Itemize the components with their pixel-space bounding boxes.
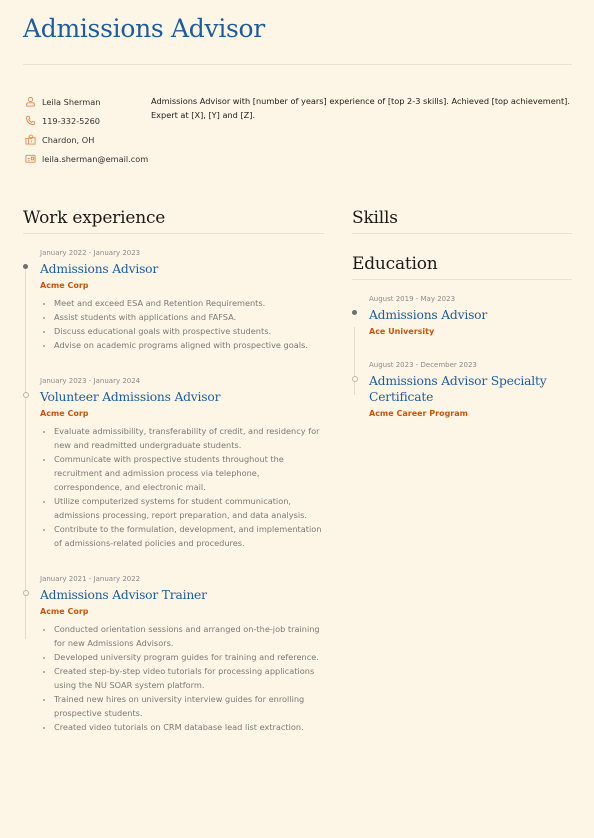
contact-email-text[interactable]: leila.sherman@email.com — [42, 154, 148, 164]
contact-email: leila.sherman@email.com — [24, 149, 148, 168]
bullet-item: Assist students with applications and FA… — [54, 310, 324, 324]
entry-date: January 2022 - January 2023 — [40, 249, 141, 257]
bullet-item: Conducted orientation sessions and arran… — [54, 622, 324, 650]
entry-degree: Admissions Advisor Specialty Certificate — [369, 374, 547, 404]
contact-phone: 119-332-5260 — [24, 111, 148, 130]
bullet-item: Communicate with prospective students th… — [54, 452, 324, 494]
entry-role: Admissions Advisor — [40, 262, 159, 276]
bullet-item: Evaluate admissibility, transferability … — [54, 424, 324, 452]
bullet-item: Contribute to the formulation, developme… — [54, 522, 324, 550]
entry-role: Volunteer Admissions Advisor — [40, 390, 221, 404]
work-entry: January 2022 - January 2023 Admissions A… — [23, 248, 324, 352]
work-entry: January 2021 - January 2022 Admissions A… — [22, 574, 324, 734]
bullet-item: Meet and exceed ESA and Retention Requir… — [54, 296, 324, 310]
entry-date: August 2023 - December 2023 — [369, 361, 477, 369]
contact-phone-text: 119-332-5260 — [42, 115, 101, 126]
work-experience-section: Work experience January 2022 - January 2… — [22, 208, 324, 734]
bullet-item: Trained new hires on university intervie… — [54, 692, 324, 720]
education-timeline: August 2019 - May 2023 Admissions Adviso… — [351, 294, 572, 418]
contact-location-text: Chardon, OH — [42, 134, 95, 145]
education-heading: Education — [352, 254, 438, 274]
skills-heading: Skills — [352, 208, 398, 228]
header-divider — [23, 64, 572, 65]
education-entry: August 2019 - May 2023 Admissions Adviso… — [352, 294, 572, 336]
education-entry: August 2023 - December 2023 Admissions A… — [351, 360, 572, 418]
bullet-item: Advise on academic programs aligned with… — [54, 338, 324, 352]
contact-location: Chardon, OH — [24, 130, 148, 149]
bullet-item: Discuss educational goals with prospecti… — [54, 324, 324, 338]
timeline-dot-filled — [352, 310, 357, 315]
timeline-dot-hollow — [351, 376, 358, 382]
entry-institution: Ace University — [369, 327, 435, 336]
work-experience-heading: Work experience — [23, 208, 166, 228]
skills-section: Skills — [352, 208, 572, 234]
work-entry: January 2023 - January 2024 Volunteer Ad… — [22, 376, 324, 550]
phone-icon — [24, 115, 36, 127]
bullet-item: Developed university program guides for … — [54, 650, 324, 664]
entry-bullets: Evaluate admissibility, transferability … — [40, 424, 324, 550]
timeline-dot-hollow — [22, 590, 29, 596]
section-divider — [23, 233, 324, 234]
right-column: Skills Education August 2019 - May 2023 … — [351, 208, 572, 418]
entry-bullets: Meet and exceed ESA and Retention Requir… — [40, 296, 324, 352]
entry-institution: Acme Career Program — [369, 409, 468, 418]
bullet-item: Utilize computerized systems for student… — [54, 494, 324, 522]
email-icon — [24, 153, 36, 165]
location-icon — [24, 134, 36, 146]
timeline-dot-filled — [23, 264, 28, 269]
bullet-item: Created step-by-step video tutorials for… — [54, 664, 324, 692]
entry-date: January 2021 - January 2022 — [40, 575, 141, 583]
entry-role: Admissions Advisor Trainer — [40, 588, 207, 602]
timeline-dot-hollow — [22, 392, 29, 398]
profile-summary: Admissions Advisor with [number of years… — [151, 96, 570, 120]
bullet-item: Created video tutorials on CRM database … — [54, 720, 324, 734]
person-icon — [24, 96, 36, 108]
education-section: Education August 2019 - May 2023 Admissi… — [351, 254, 572, 418]
section-divider — [352, 233, 572, 234]
entry-company: Acme Corp — [40, 281, 89, 290]
entry-date: August 2019 - May 2023 — [369, 295, 456, 303]
entry-degree: Admissions Advisor — [369, 308, 488, 322]
contact-name: Leila Sherman — [24, 92, 148, 111]
entry-bullets: Conducted orientation sessions and arran… — [40, 622, 324, 734]
work-timeline: January 2022 - January 2023 Admissions A… — [22, 248, 324, 734]
resume-title: Admissions Advisor — [23, 14, 265, 43]
contact-name-text: Leila Sherman — [42, 96, 101, 107]
entry-date: January 2023 - January 2024 — [40, 377, 141, 385]
section-divider — [352, 279, 572, 280]
entry-company: Acme Corp — [40, 409, 89, 418]
entry-company: Acme Corp — [40, 607, 89, 616]
contact-list: Leila Sherman 119-332-5260 Chardon, OH l… — [24, 92, 148, 168]
